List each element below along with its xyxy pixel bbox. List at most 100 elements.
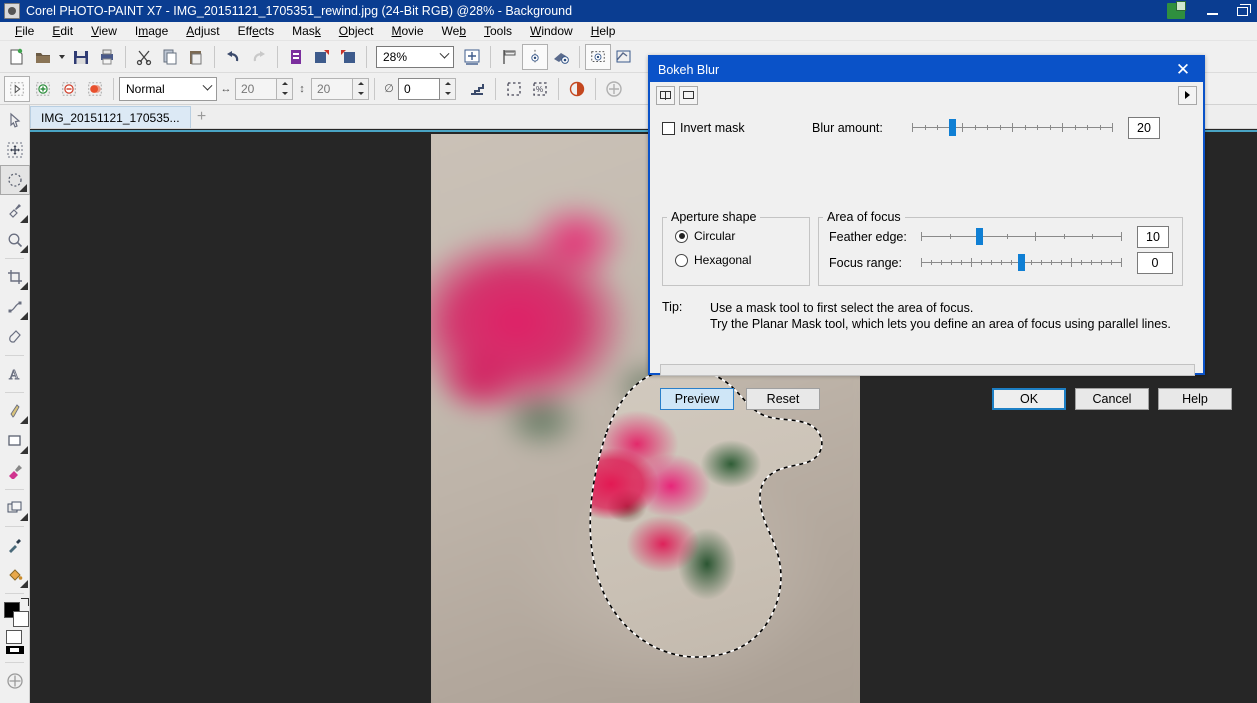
focus-range-thumb[interactable]	[1018, 254, 1025, 271]
mask-height-stepper[interactable]: 20	[311, 78, 369, 100]
open-dropdown-icon[interactable]	[56, 44, 68, 70]
menu-web[interactable]: Web	[433, 22, 475, 40]
restore-window-button[interactable]	[1227, 0, 1257, 22]
spin-up-icon[interactable]	[440, 79, 455, 89]
text-tool-icon[interactable]: A	[0, 359, 30, 389]
aperture-circular-radio[interactable]: Circular	[663, 224, 809, 248]
import-icon[interactable]	[309, 44, 335, 70]
eraser-tool-icon[interactable]	[0, 322, 30, 352]
zoom-level-combobox[interactable]: 28%	[376, 46, 454, 68]
feather-value[interactable]: 0	[398, 78, 440, 100]
show-object-marquee-icon[interactable]	[611, 44, 637, 70]
undo-icon[interactable]	[220, 44, 246, 70]
feather-edge-value[interactable]: 10	[1137, 226, 1169, 248]
bokeh-blur-dialog[interactable]: Bokeh Blur ✕ Invert mask Blur amount:	[648, 55, 1205, 375]
reset-button[interactable]: Reset	[746, 388, 820, 410]
menu-effects[interactable]: Effects	[229, 22, 284, 40]
spin-down-icon[interactable]	[440, 89, 455, 99]
menu-adjust[interactable]: Adjust	[177, 22, 228, 40]
menu-tools[interactable]: Tools	[475, 22, 521, 40]
split-preview-icon[interactable]	[656, 86, 675, 105]
zoom-tool-icon[interactable]	[0, 225, 30, 255]
minimize-button[interactable]	[1197, 0, 1227, 22]
preview-button[interactable]: Preview	[660, 388, 734, 410]
document-tab[interactable]: IMG_20151121_170535...	[30, 106, 191, 128]
mask-transform-tool-icon[interactable]	[0, 135, 30, 165]
expand-preview-icon[interactable]	[1178, 86, 1197, 105]
pick-tool-icon[interactable]	[0, 105, 30, 135]
spin-up-icon[interactable]	[353, 79, 368, 89]
antialias-icon[interactable]	[464, 76, 490, 102]
mask-mode-combobox[interactable]: Normal	[119, 77, 217, 101]
flyout-arrow-icon[interactable]	[20, 245, 28, 253]
menu-help[interactable]: Help	[582, 22, 625, 40]
invert-mask-checkbox[interactable]: Invert mask	[662, 121, 812, 135]
flyout-arrow-icon[interactable]	[20, 215, 28, 223]
flyout-arrow-icon[interactable]	[20, 446, 28, 454]
spin-down-icon[interactable]	[277, 89, 292, 99]
feather-edge-thumb[interactable]	[976, 228, 983, 245]
menu-movie[interactable]: Movie	[383, 22, 433, 40]
close-icon[interactable]: ✕	[1163, 57, 1203, 82]
spin-down-icon[interactable]	[353, 89, 368, 99]
mask-height-spin-buttons[interactable]	[353, 78, 369, 100]
menu-mask[interactable]: Mask	[283, 22, 330, 40]
eyedropper-tool-icon[interactable]	[0, 530, 30, 560]
effect-brush-tool-icon[interactable]	[0, 456, 30, 486]
blur-amount-thumb[interactable]	[949, 119, 956, 136]
print-icon[interactable]	[94, 44, 120, 70]
save-icon[interactable]	[68, 44, 94, 70]
menu-window[interactable]: Window	[521, 22, 582, 40]
blur-amount-slider[interactable]	[912, 116, 1112, 140]
radio-button[interactable]	[675, 254, 688, 267]
focus-range-slider[interactable]	[921, 251, 1121, 275]
menu-file[interactable]: File	[6, 22, 43, 40]
corel-badge-icon[interactable]	[1167, 3, 1185, 19]
new-tab-button[interactable]: +	[191, 106, 213, 128]
redo-icon[interactable]	[246, 44, 272, 70]
feather-edge-slider[interactable]	[921, 225, 1121, 249]
paint-bucket-tool-icon[interactable]	[0, 560, 30, 590]
feather-stepper[interactable]: 0	[398, 78, 456, 100]
flyout-arrow-icon[interactable]	[20, 416, 28, 424]
paste-icon[interactable]	[183, 44, 209, 70]
color-swatches[interactable]	[0, 598, 30, 654]
flyout-arrow-icon[interactable]	[20, 513, 28, 521]
fill-color-swatch[interactable]	[6, 630, 22, 644]
mask-width-stepper[interactable]: 20	[235, 78, 293, 100]
quick-customize-icon[interactable]	[0, 666, 30, 696]
add-node-icon[interactable]	[601, 76, 627, 102]
normal-mask-mode-icon[interactable]	[4, 76, 30, 102]
feather-spin-buttons[interactable]	[440, 78, 456, 100]
mask-width-spin-buttons[interactable]	[277, 78, 293, 100]
cancel-button[interactable]: Cancel	[1075, 388, 1149, 410]
ok-button[interactable]: OK	[992, 388, 1066, 410]
cut-scissors-icon[interactable]	[131, 44, 157, 70]
add-to-mask-icon[interactable]	[30, 76, 56, 102]
clone-tool-icon[interactable]	[0, 493, 30, 523]
invert-mask-icon[interactable]	[564, 76, 590, 102]
focus-range-value[interactable]: 0	[1137, 252, 1173, 274]
copy-icon[interactable]	[157, 44, 183, 70]
chevron-down-icon[interactable]	[198, 85, 216, 92]
paint-tool-icon[interactable]	[0, 396, 30, 426]
crop-tool-icon[interactable]	[0, 262, 30, 292]
menu-object[interactable]: Object	[330, 22, 383, 40]
grid-icon[interactable]	[548, 44, 574, 70]
export-icon[interactable]	[335, 44, 361, 70]
aperture-hexagonal-radio[interactable]: Hexagonal	[663, 248, 809, 272]
menu-view[interactable]: View	[82, 22, 126, 40]
rulers-icon[interactable]	[496, 44, 522, 70]
fit-window-icon[interactable]	[459, 44, 485, 70]
mask-brush-tool-icon[interactable]	[0, 195, 30, 225]
transparency-swatch[interactable]	[6, 646, 24, 654]
chevron-down-icon[interactable]	[435, 47, 453, 67]
checkbox-box[interactable]	[662, 122, 675, 135]
mask-width-value[interactable]: 20	[235, 78, 277, 100]
spin-up-icon[interactable]	[277, 79, 292, 89]
new-document-icon[interactable]	[4, 44, 30, 70]
publish-pdf-icon[interactable]	[283, 44, 309, 70]
full-preview-icon[interactable]	[679, 86, 698, 105]
rectangle-tool-icon[interactable]	[0, 426, 30, 456]
flyout-arrow-icon[interactable]	[20, 282, 28, 290]
